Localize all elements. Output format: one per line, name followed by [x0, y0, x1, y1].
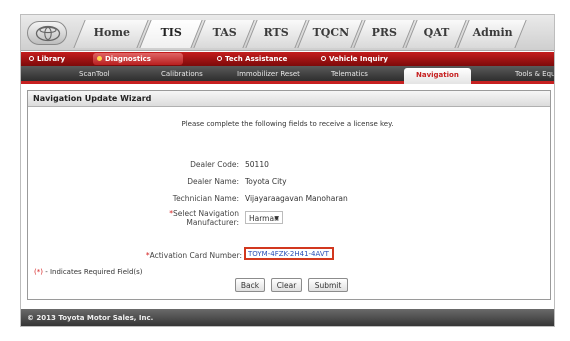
toyota-logo-icon[interactable] — [27, 21, 67, 45]
top-tab-bar: Home TIS TAS RTS TQCN PRS QAT Admin — [21, 15, 554, 51]
page-footer: © 2013 Toyota Motor Sales, Inc. — [21, 309, 554, 326]
radio-dot-icon — [97, 56, 102, 61]
nav-manufacturer-label-line1: Select Navigation — [173, 209, 239, 218]
dealer-name-value: Toyota City — [245, 177, 287, 186]
nav-library-label: Library — [37, 55, 66, 63]
radio-dot-icon — [29, 56, 34, 61]
tab-admin-label: Admin — [472, 26, 513, 39]
back-button[interactable]: Back — [235, 278, 265, 292]
tab-prs[interactable]: PRS — [353, 20, 415, 48]
tab-qat-label: QAT — [423, 26, 450, 39]
tab-rts[interactable]: RTS — [245, 20, 307, 48]
dealer-code-label: Dealer Code: — [190, 160, 239, 169]
subtab-calibrations[interactable]: Calibrations — [161, 70, 203, 78]
tab-admin[interactable]: Admin — [457, 20, 527, 48]
wizard-title: Navigation Update Wizard — [28, 91, 550, 107]
subtab-immobilizer-reset[interactable]: Immobilizer Reset — [237, 70, 300, 78]
nav-tech-assistance[interactable]: Tech Assistance — [213, 53, 313, 65]
subtab-navigation[interactable]: Navigation — [404, 68, 471, 84]
technician-name-label: Technician Name: — [172, 194, 239, 203]
required-note-text: - Indicates Required Field(s) — [42, 268, 143, 276]
nav-diagnostics-label: Diagnostics — [105, 55, 151, 63]
tab-tas-label: TAS — [212, 26, 237, 39]
nav-tech-assistance-label: Tech Assistance — [225, 55, 288, 63]
chevron-down-icon: ▼ — [274, 215, 279, 222]
nav-manufacturer-label: *Select Navigation Manufacturer: — [99, 209, 239, 227]
copyright-text: © 2013 Toyota Motor Sales, Inc. — [27, 314, 154, 322]
tab-tqcn-label: TQCN — [312, 26, 349, 39]
app-window: Home TIS TAS RTS TQCN PRS QAT Admin Libr… — [20, 14, 555, 327]
activation-card-label: *Activation Card Number: — [102, 251, 242, 260]
clear-button[interactable]: Clear — [271, 278, 302, 292]
nav-vehicle-inquiry-label: Vehicle Inquiry — [329, 55, 388, 63]
radio-dot-icon — [321, 56, 326, 61]
nav-diagnostics[interactable]: Diagnostics — [93, 53, 183, 65]
tab-prs-label: PRS — [371, 26, 398, 39]
nav-manufacturer-select[interactable]: Harman ▼ — [245, 211, 283, 224]
nav-library[interactable]: Library — [25, 53, 85, 65]
wizard-intro-text: Please complete the following fields to … — [181, 120, 394, 128]
tab-home-label: Home — [93, 26, 130, 39]
nav-manufacturer-label-line2: Manufacturer: — [186, 218, 239, 227]
tab-qat[interactable]: QAT — [405, 20, 467, 48]
diagnostics-subnav: ScanTool Calibrations Immobilizer Reset … — [21, 66, 554, 84]
radio-dot-icon — [217, 56, 222, 61]
submit-button[interactable]: Submit — [308, 278, 348, 292]
required-note-marker: (*) — [34, 268, 43, 276]
required-fields-note: (*) - Indicates Required Field(s) — [34, 268, 143, 276]
tab-rts-label: RTS — [264, 26, 290, 39]
dealer-name-label: Dealer Name: — [187, 177, 239, 186]
tab-tis[interactable]: TIS — [139, 20, 203, 48]
tab-home[interactable]: Home — [73, 20, 149, 48]
tab-tis-label: TIS — [160, 26, 183, 39]
section-nav-bar: Library Diagnostics Tech Assistance Vehi… — [21, 52, 554, 66]
activation-card-input[interactable]: TOYM-4FZK-2H41-4AVT — [244, 247, 334, 260]
tab-tqcn[interactable]: TQCN — [297, 20, 363, 48]
nav-vehicle-inquiry[interactable]: Vehicle Inquiry — [317, 53, 417, 65]
activation-card-label-text: Activation Card Number: — [149, 251, 242, 260]
subtab-scantool[interactable]: ScanTool — [79, 70, 110, 78]
technician-name-value: Vijayaraagavan Manoharan — [245, 194, 348, 203]
dealer-code-value: 50110 — [245, 160, 269, 169]
subtab-tools-equipment[interactable]: Tools & Equ — [515, 70, 554, 78]
tab-tas[interactable]: TAS — [193, 20, 255, 48]
subtab-telematics[interactable]: Telematics — [331, 70, 368, 78]
